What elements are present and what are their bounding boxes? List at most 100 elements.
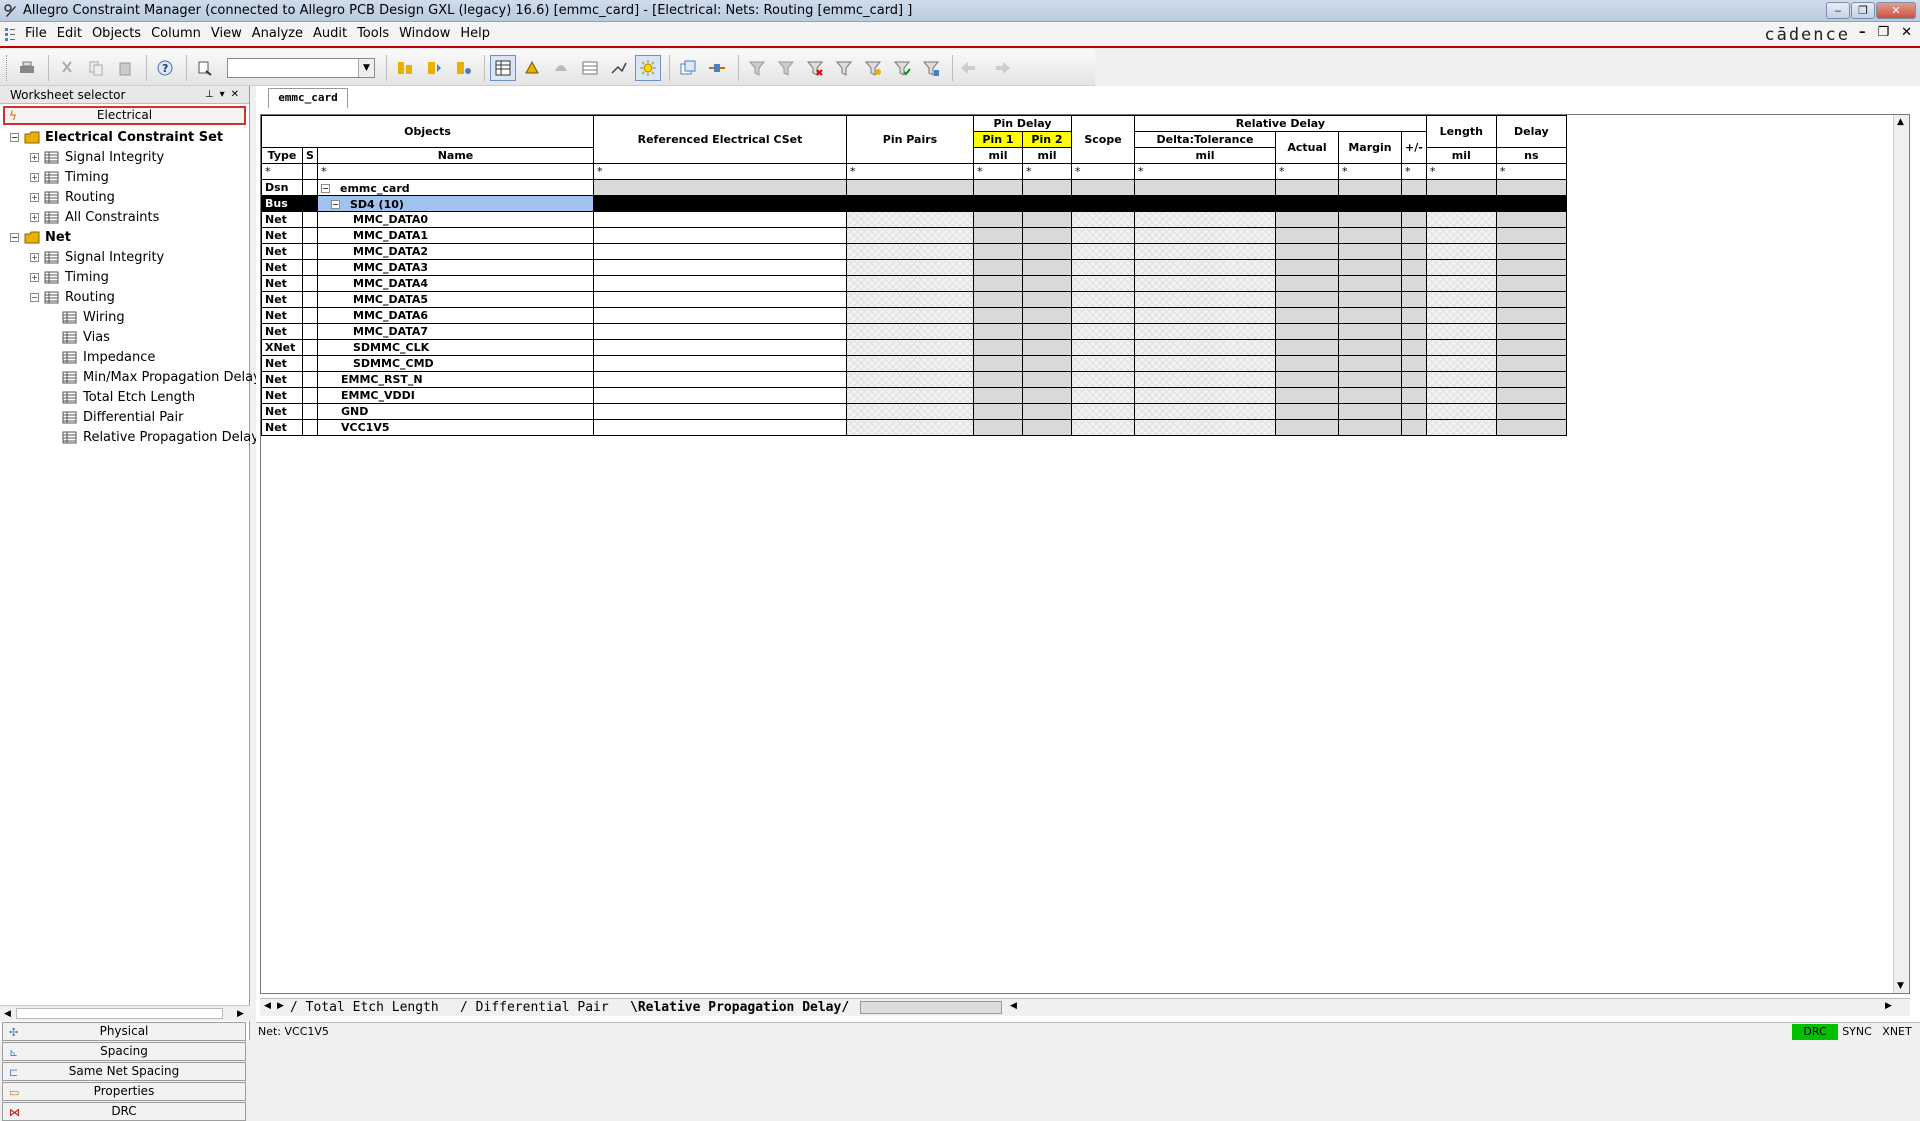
constraint-cell[interactable] bbox=[846, 323, 974, 340]
table-row[interactable]: Net SDMMC_CMD bbox=[261, 355, 1567, 372]
tree-item-relative-propagation-delay[interactable]: Relative Propagation Delay bbox=[62, 427, 259, 447]
constraint-cell[interactable] bbox=[1022, 387, 1072, 404]
scroll-right-icon[interactable]: ▶ bbox=[237, 1009, 244, 1019]
tree-horizontal-scrollbar[interactable]: ◀ ▶ bbox=[0, 1005, 250, 1021]
menu-view[interactable]: View bbox=[206, 24, 247, 44]
restore-button[interactable]: ❐ bbox=[1851, 2, 1875, 19]
name-cell[interactable]: MMC_DATA0 bbox=[317, 211, 594, 228]
constraint-cell[interactable] bbox=[973, 371, 1023, 388]
filter-cell[interactable]: * bbox=[261, 163, 303, 180]
name-cell[interactable]: MMC_DATA2 bbox=[317, 243, 594, 260]
constraint-cell[interactable] bbox=[1495, 387, 1567, 404]
constraint-cell[interactable] bbox=[1401, 227, 1427, 244]
constraint-cell[interactable] bbox=[1071, 243, 1135, 260]
table-row[interactable]: XNet SDMMC_CLK bbox=[261, 339, 1567, 356]
constraint-cell[interactable] bbox=[593, 275, 847, 292]
constraint-cell[interactable] bbox=[1134, 387, 1276, 404]
constraint-cell[interactable] bbox=[1338, 291, 1402, 308]
name-cell[interactable]: MMC_DATA1 bbox=[317, 227, 594, 244]
scroll-left-icon[interactable]: ◀ bbox=[4, 1009, 11, 1019]
tree-item-impedance[interactable]: Impedance bbox=[62, 347, 155, 367]
constraint-cell[interactable] bbox=[1022, 243, 1072, 260]
constraint-cell[interactable] bbox=[1275, 211, 1339, 228]
constraint-cell[interactable] bbox=[1134, 355, 1276, 372]
constraint-cell[interactable] bbox=[846, 403, 974, 420]
constraint-cell[interactable] bbox=[1134, 371, 1276, 388]
name-cell[interactable]: SDMMC_CLK bbox=[317, 339, 594, 356]
physical-domain-button[interactable]: ✣ Physical bbox=[2, 1022, 246, 1041]
constraint-cell[interactable] bbox=[1495, 355, 1567, 372]
tab-differential-pair[interactable]: / Differential Pair bbox=[460, 1000, 609, 1016]
filter-cell[interactable]: * bbox=[593, 163, 847, 180]
constraint-cell[interactable] bbox=[1022, 339, 1072, 356]
name-cell[interactable]: MMC_DATA7 bbox=[317, 323, 594, 340]
constraint-cell[interactable] bbox=[1134, 179, 1276, 196]
scope-header[interactable]: Scope bbox=[1071, 115, 1135, 164]
menu-edit[interactable]: Edit bbox=[52, 24, 87, 44]
mdi-close-button[interactable]: ✕ bbox=[1901, 25, 1912, 40]
filter-cell[interactable]: * bbox=[1338, 163, 1402, 180]
drc-status-badge[interactable]: DRC bbox=[1792, 1024, 1838, 1040]
filter-options-icon[interactable] bbox=[831, 55, 857, 81]
constraint-cell[interactable] bbox=[973, 291, 1023, 308]
s-cell[interactable] bbox=[302, 195, 318, 212]
s-header[interactable]: S bbox=[302, 147, 318, 164]
constraint-cell[interactable] bbox=[1022, 195, 1072, 212]
filter-remove-icon[interactable] bbox=[802, 55, 828, 81]
tree-item-all-constraints[interactable]: + All Constraints bbox=[30, 207, 159, 227]
pin-pairs-header[interactable]: Pin Pairs bbox=[846, 115, 974, 164]
expand-icon[interactable]: + bbox=[30, 172, 39, 182]
name-cell[interactable]: − SD4 (10) bbox=[317, 195, 594, 212]
tree-item-min-max-propagation-delay[interactable]: Min/Max Propagation Delay bbox=[62, 367, 261, 387]
constraint-cell[interactable] bbox=[1338, 227, 1402, 244]
panel-menu-icon[interactable]: ▾ bbox=[220, 89, 231, 100]
name-cell[interactable]: EMMC_RST_N bbox=[317, 371, 594, 388]
table-row[interactable]: Net MMC_DATA2 bbox=[261, 243, 1567, 260]
constraint-cell[interactable] bbox=[1495, 179, 1567, 196]
expand-icon[interactable]: + bbox=[30, 212, 39, 222]
constraint-cell[interactable] bbox=[1275, 371, 1339, 388]
constraint-cell[interactable] bbox=[1275, 243, 1339, 260]
length-header[interactable]: Length bbox=[1425, 115, 1497, 148]
electrical-domain-button[interactable]: ϟ Electrical bbox=[3, 106, 246, 125]
constraint-cell[interactable] bbox=[1275, 355, 1339, 372]
constraint-cell[interactable] bbox=[1134, 403, 1276, 420]
constraint-cell[interactable] bbox=[593, 211, 847, 228]
constraint-cell[interactable] bbox=[846, 419, 974, 436]
s-cell[interactable] bbox=[302, 403, 318, 420]
name-cell[interactable]: MMC_DATA5 bbox=[317, 291, 594, 308]
pin2-header[interactable]: Pin 2 bbox=[1022, 131, 1072, 148]
constraint-cell[interactable] bbox=[1071, 259, 1135, 276]
constraint-cell[interactable] bbox=[973, 227, 1023, 244]
constraint-cell[interactable] bbox=[1338, 259, 1402, 276]
table-icon[interactable] bbox=[577, 55, 603, 81]
s-cell[interactable] bbox=[302, 259, 318, 276]
constraint-cell[interactable] bbox=[973, 419, 1023, 436]
constraint-cell[interactable] bbox=[1495, 307, 1567, 324]
constraint-cell[interactable] bbox=[593, 371, 847, 388]
constraint-cell[interactable] bbox=[1401, 195, 1427, 212]
net-icon[interactable] bbox=[606, 55, 632, 81]
print-icon[interactable] bbox=[14, 55, 40, 81]
connect-icon[interactable] bbox=[704, 55, 730, 81]
constraint-cell[interactable] bbox=[1401, 419, 1427, 436]
table-row[interactable]: Net MMC_DATA3 bbox=[261, 259, 1567, 276]
constraint-cell[interactable] bbox=[1425, 179, 1497, 196]
constraint-cell[interactable] bbox=[973, 323, 1023, 340]
constraint-cell[interactable] bbox=[973, 179, 1023, 196]
back-arrow-icon[interactable] bbox=[958, 55, 984, 81]
menu-objects[interactable]: Objects bbox=[87, 24, 146, 44]
constraint-cell[interactable] bbox=[1022, 291, 1072, 308]
constraint-cell[interactable] bbox=[1495, 227, 1567, 244]
objects-header[interactable]: Objects bbox=[261, 115, 594, 148]
ref-cset-header[interactable]: Referenced Electrical CSet bbox=[593, 115, 847, 164]
constraint-cell[interactable] bbox=[1134, 419, 1276, 436]
s-cell[interactable] bbox=[302, 387, 318, 404]
hscroll-left-icon[interactable]: ◀ bbox=[1010, 1001, 1017, 1011]
expand-icon[interactable]: + bbox=[30, 252, 39, 262]
constraint-cell[interactable] bbox=[1022, 211, 1072, 228]
table-row[interactable]: Net GND bbox=[261, 403, 1567, 420]
constraint-cell[interactable] bbox=[1401, 211, 1427, 228]
constraint-cell[interactable] bbox=[1134, 227, 1276, 244]
filter-clear-icon[interactable] bbox=[773, 55, 799, 81]
